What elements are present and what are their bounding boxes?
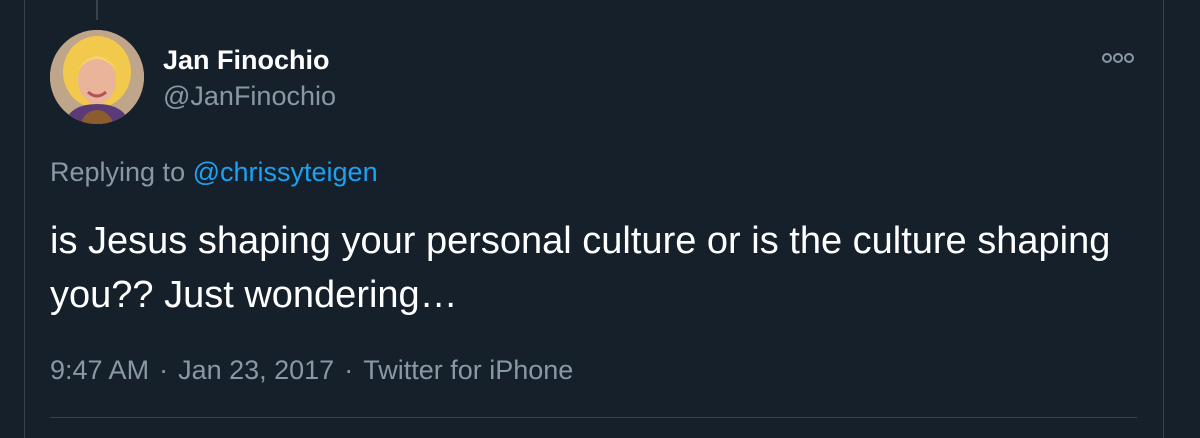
replying-to-mention-link[interactable]: @chrissyteigen bbox=[193, 157, 378, 187]
replying-to-label: Replying to bbox=[50, 157, 186, 187]
tweet-date[interactable]: Jan 23, 2017 bbox=[178, 355, 334, 385]
avatar[interactable] bbox=[50, 30, 144, 124]
author-handle[interactable]: @JanFinochio bbox=[163, 80, 336, 112]
thread-connector-line bbox=[96, 0, 98, 20]
meta-separator: · bbox=[344, 355, 354, 385]
tweet-time[interactable]: 9:47 AM bbox=[50, 355, 149, 385]
tweet-body-text: is Jesus shaping your personal culture o… bbox=[50, 220, 1111, 316]
divider bbox=[50, 417, 1137, 418]
replying-to-line: Replying to @chrissyteigen bbox=[50, 155, 378, 189]
tweet-source-link[interactable]: Twitter for iPhone bbox=[363, 355, 573, 385]
tweet-metadata: 9:47 AM · Jan 23, 2017 · Twitter for iPhone bbox=[50, 353, 573, 387]
meta-separator: · bbox=[159, 355, 169, 385]
more-options-button[interactable] bbox=[1098, 46, 1138, 70]
avatar-photo-icon bbox=[50, 30, 144, 124]
author-name[interactable]: Jan Finochio bbox=[163, 44, 330, 76]
more-options-icon bbox=[1102, 53, 1134, 63]
